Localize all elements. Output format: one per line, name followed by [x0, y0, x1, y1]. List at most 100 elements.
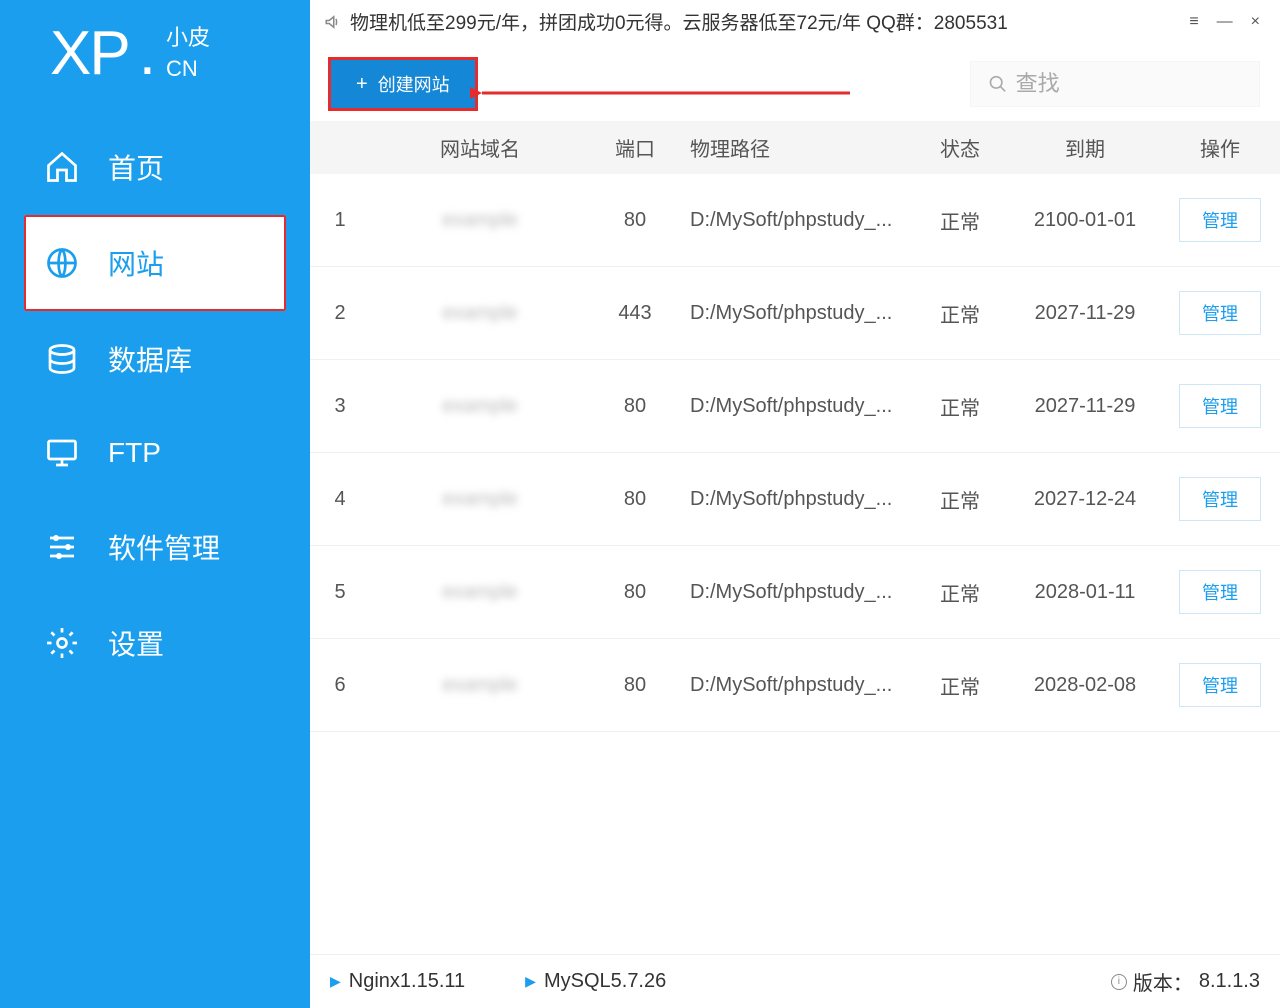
- create-button-label: 创建网站: [378, 71, 450, 97]
- cell-index: 1: [310, 209, 370, 232]
- play-icon: ▶: [330, 973, 341, 990]
- sidebar-item-settings[interactable]: 设置: [0, 595, 310, 691]
- service-label: MySQL5.7.26: [544, 970, 666, 993]
- cell-index: 5: [310, 581, 370, 604]
- header-path: 物理路径: [680, 133, 920, 162]
- logo-sub1: 小皮: [166, 23, 210, 54]
- version-info: i 版本： 8.1.1.3: [1111, 967, 1260, 996]
- table-row[interactable]: 1example80D:/MySoft/phpstudy_...正常2100-0…: [310, 174, 1280, 267]
- gear-icon: [44, 625, 80, 661]
- cell-domain: example: [370, 674, 590, 697]
- sidebar-item-database[interactable]: 数据库: [0, 311, 310, 407]
- sidebar-item-label: 软件管理: [108, 527, 220, 567]
- cell-port: 80: [590, 581, 680, 604]
- cell-path: D:/MySoft/phpstudy_...: [680, 395, 920, 418]
- table-row[interactable]: 4example80D:/MySoft/phpstudy_...正常2027-1…: [310, 453, 1280, 546]
- cell-path: D:/MySoft/phpstudy_...: [680, 302, 920, 325]
- sidebar-item-label: 网站: [108, 243, 164, 283]
- service-mysql[interactable]: ▶ MySQL5.7.26: [525, 970, 666, 993]
- sidebar-item-software[interactable]: 软件管理: [0, 499, 310, 595]
- cell-port: 80: [590, 488, 680, 511]
- database-icon: [44, 341, 80, 377]
- cell-path: D:/MySoft/phpstudy_...: [680, 581, 920, 604]
- table-row[interactable]: 5example80D:/MySoft/phpstudy_...正常2028-0…: [310, 546, 1280, 639]
- sidebar-item-label: FTP: [108, 437, 161, 469]
- announcement-text[interactable]: 物理机低至299元/年，拼团成功0元得。云服务器低至72元/年 QQ群：2805…: [350, 8, 1187, 35]
- cell-domain: example: [370, 302, 590, 325]
- cell-status: 正常: [920, 299, 1000, 328]
- monitor-icon: [44, 435, 80, 471]
- header-domain: 网站域名: [370, 133, 590, 162]
- logo-main: XP: [50, 18, 129, 89]
- sidebar-item-label: 数据库: [108, 339, 192, 379]
- version-number: 8.1.1.3: [1199, 970, 1260, 993]
- header-expire: 到期: [1000, 133, 1170, 162]
- home-icon: [44, 149, 80, 185]
- cell-port: 80: [590, 395, 680, 418]
- manage-button[interactable]: 管理: [1179, 384, 1261, 428]
- sidebar-item-home[interactable]: 首页: [0, 119, 310, 215]
- manage-button[interactable]: 管理: [1179, 198, 1261, 242]
- sidebar-item-label: 设置: [108, 623, 164, 663]
- cell-path: D:/MySoft/phpstudy_...: [680, 488, 920, 511]
- play-icon: ▶: [525, 973, 536, 990]
- globe-icon: [44, 245, 80, 281]
- manage-button[interactable]: 管理: [1179, 477, 1261, 521]
- cell-port: 443: [590, 302, 680, 325]
- sidebar-item-website[interactable]: 网站: [24, 215, 286, 311]
- cell-domain: example: [370, 209, 590, 232]
- cell-index: 6: [310, 674, 370, 697]
- cell-expire: 2100-01-01: [1000, 209, 1170, 232]
- arrow-annotation: [470, 73, 860, 113]
- cell-index: 2: [310, 302, 370, 325]
- header-action: 操作: [1170, 133, 1270, 162]
- sidebar-item-label: 首页: [108, 147, 164, 187]
- cell-status: 正常: [920, 578, 1000, 607]
- cell-index: 3: [310, 395, 370, 418]
- table-row[interactable]: 2example443D:/MySoft/phpstudy_...正常2027-…: [310, 267, 1280, 360]
- sidebar: XP. 小皮 CN 首页 网站: [0, 0, 310, 1008]
- cell-status: 正常: [920, 485, 1000, 514]
- plus-icon: +: [356, 74, 368, 94]
- window-minimize-icon[interactable]: —: [1215, 13, 1235, 31]
- sidebar-item-ftp[interactable]: FTP: [0, 407, 310, 499]
- service-label: Nginx1.15.11: [349, 970, 465, 993]
- website-table: 网站域名 端口 物理路径 状态 到期 操作 1example80D:/MySof…: [310, 121, 1280, 954]
- header-port: 端口: [590, 133, 680, 162]
- window-close-icon[interactable]: ×: [1249, 13, 1262, 31]
- cell-domain: example: [370, 581, 590, 604]
- cell-expire: 2027-12-24: [1000, 488, 1170, 511]
- cell-status: 正常: [920, 392, 1000, 421]
- search-icon: [988, 73, 1008, 95]
- create-website-button[interactable]: + 创建网站: [330, 59, 476, 109]
- table-row[interactable]: 3example80D:/MySoft/phpstudy_...正常2027-1…: [310, 360, 1280, 453]
- announcement-icon: [324, 13, 342, 31]
- cell-index: 4: [310, 488, 370, 511]
- statusbar: ▶ Nginx1.15.11 ▶ MySQL5.7.26 i 版本： 8.1.1…: [310, 954, 1280, 1008]
- toolbar: + 创建网站: [310, 43, 1280, 121]
- cell-path: D:/MySoft/phpstudy_...: [680, 674, 920, 697]
- app-logo: XP. 小皮 CN: [0, 18, 310, 119]
- cell-status: 正常: [920, 206, 1000, 235]
- service-nginx[interactable]: ▶ Nginx1.15.11: [330, 970, 465, 993]
- sliders-icon: [44, 529, 80, 565]
- cell-expire: 2027-11-29: [1000, 302, 1170, 325]
- header-status: 状态: [920, 133, 1000, 162]
- manage-button[interactable]: 管理: [1179, 570, 1261, 614]
- cell-domain: example: [370, 395, 590, 418]
- search-input[interactable]: [1016, 71, 1242, 97]
- cell-port: 80: [590, 209, 680, 232]
- table-row[interactable]: 6example80D:/MySoft/phpstudy_...正常2028-0…: [310, 639, 1280, 732]
- cell-path: D:/MySoft/phpstudy_...: [680, 209, 920, 232]
- cell-domain: example: [370, 488, 590, 511]
- cell-port: 80: [590, 674, 680, 697]
- search-box[interactable]: [970, 61, 1260, 107]
- main-content: 物理机低至299元/年，拼团成功0元得。云服务器低至72元/年 QQ群：2805…: [310, 0, 1280, 1008]
- cell-status: 正常: [920, 671, 1000, 700]
- manage-button[interactable]: 管理: [1179, 663, 1261, 707]
- manage-button[interactable]: 管理: [1179, 291, 1261, 335]
- window-menu-icon[interactable]: ≡: [1187, 13, 1200, 31]
- cell-expire: 2028-01-11: [1000, 581, 1170, 604]
- info-icon: i: [1111, 974, 1127, 990]
- version-prefix: 版本：: [1133, 967, 1193, 996]
